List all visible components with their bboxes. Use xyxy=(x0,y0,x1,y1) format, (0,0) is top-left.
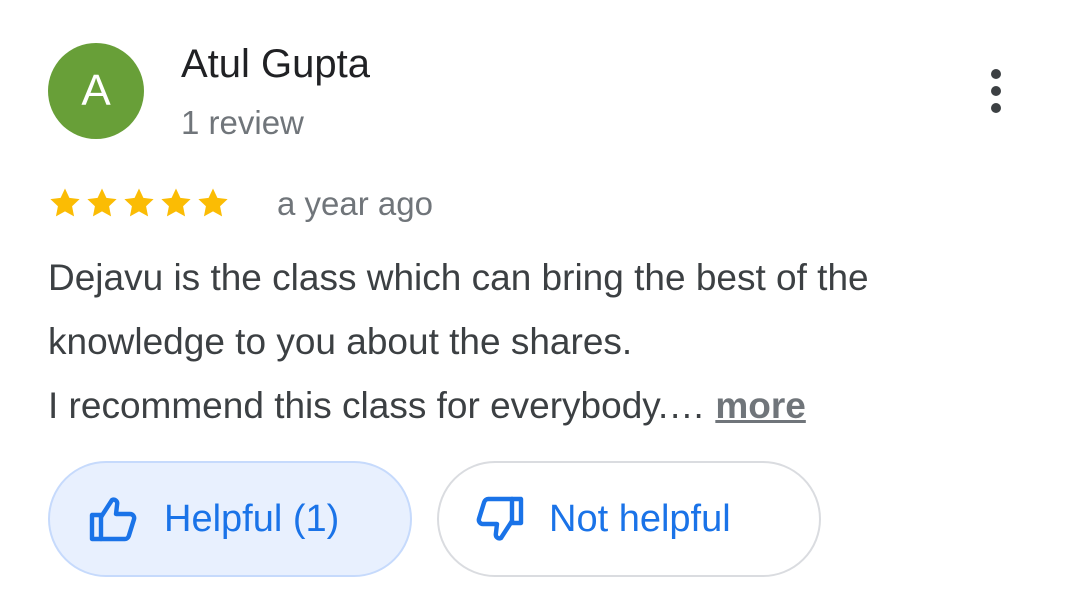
author-review-count: 1 review xyxy=(181,104,304,141)
review-text-line-last: I recommend this class for everybody.… mo… xyxy=(48,374,1048,438)
review-text-line: I recommend this class for everybody.… xyxy=(48,385,706,426)
review-text-line: Dejavu is the class which can bring the … xyxy=(48,257,869,298)
star-icon xyxy=(50,188,80,217)
more-options-button[interactable] xyxy=(970,62,1022,120)
not-helpful-label: Not helpful xyxy=(549,497,731,540)
review-text-line: knowledge to you about the shares. xyxy=(48,321,633,362)
avatar[interactable]: A xyxy=(48,43,144,139)
review-time: a year ago xyxy=(277,185,433,222)
star-icon xyxy=(124,188,154,217)
helpful-button[interactable]: Helpful (1) xyxy=(48,461,412,577)
avatar-letter: A xyxy=(81,66,111,115)
helpful-label: Helpful (1) xyxy=(164,497,340,540)
star-icon xyxy=(87,188,117,217)
not-helpful-button[interactable]: Not helpful xyxy=(437,461,821,577)
star-icon xyxy=(161,188,191,217)
thumb-up-icon xyxy=(89,497,137,542)
more-link[interactable]: more xyxy=(715,385,805,426)
author-name[interactable]: Atul Gupta xyxy=(181,42,370,87)
star-icon xyxy=(198,188,228,217)
star-rating xyxy=(48,186,230,220)
review-text: Dejavu is the class which can bring the … xyxy=(48,246,1048,438)
more-vert-icon xyxy=(991,69,1001,113)
thumb-down-icon xyxy=(476,496,524,541)
